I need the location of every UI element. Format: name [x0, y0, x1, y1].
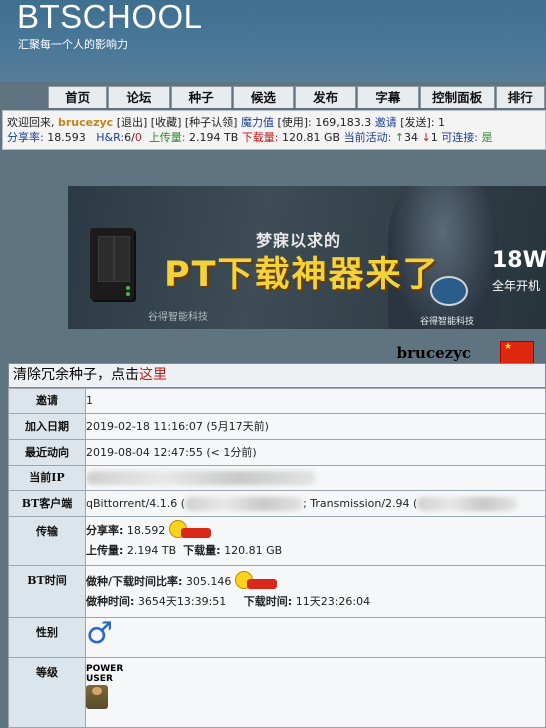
nav-rankings[interactable]: 排行 — [495, 86, 546, 108]
invite-link[interactable]: 邀请 — [375, 116, 397, 129]
transfer-up-value: 2.194 TB — [126, 544, 177, 557]
flying-smilie-icon-2 — [234, 571, 279, 593]
nas-device-icon — [90, 228, 134, 300]
main-nav: 首页 论坛 种子 候选 发布 字幕 控制面板 排行 — [48, 86, 546, 110]
row-value-bttime: 做种/下载时间比率: 305.146 做种时间: 3654天13:39:51 下… — [85, 565, 546, 618]
client-1: qBittorrent/4.1.6 ( — [86, 497, 186, 510]
nav-home[interactable]: 首页 — [48, 86, 108, 108]
download-label: 下载量: — [241, 131, 279, 144]
row-label-last-action: 最近动向 — [8, 439, 86, 466]
client-2-redacted — [417, 497, 518, 511]
transfer-down-label: 下载量: — [183, 544, 221, 557]
row-value-transfer: 分享率: 18.592 上传量: 2.194 TB 下载量: 120.81 GB — [85, 516, 546, 566]
clean-link[interactable]: 这里 — [139, 367, 167, 383]
active-down-value: 1 — [430, 131, 438, 144]
banner-brand: 谷得智能科技 — [420, 317, 475, 327]
row-value-invite: 1 — [85, 388, 546, 414]
seed-time-label: 做种时间: — [86, 595, 135, 608]
bonus-value: [使用]: 169,183.3 — [277, 116, 372, 129]
clean-text: 清除冗余种子，点击 — [13, 367, 139, 383]
info-line-1: 欢迎回来, brucezyc [退出] [收藏] [种子认领] 魔力值 [使用]… — [7, 115, 545, 130]
upload-label: 上传量: — [148, 131, 186, 144]
client-2: ; Transmission/2.94 ( — [303, 497, 418, 510]
nav-subtitles[interactable]: 字幕 — [357, 86, 419, 108]
row-value-join: 2019-02-18 11:16:07 (5月17天前) — [85, 413, 546, 440]
download-value: 120.81 GB — [282, 131, 341, 144]
download-time-value: 11天23:26:04 — [295, 595, 371, 608]
nav-candidates[interactable]: 候选 — [232, 86, 295, 108]
user-info-bar: 欢迎回来, brucezyc [退出] [收藏] [种子认领] 魔力值 [使用]… — [2, 110, 546, 150]
male-icon: ♂ — [86, 616, 113, 651]
info-line-2: 分享率: 18.593 H&R:6/0 上传量: 2.194 TB 下载量: 1… — [7, 130, 545, 145]
row-value-gender: ♂ — [85, 616, 546, 658]
invite-send[interactable]: [发送]: 1 — [400, 116, 445, 129]
nav-forum[interactable]: 论坛 — [108, 86, 170, 108]
transfer-ratio-label: 分享率: — [86, 524, 124, 537]
banner-promo-small: 全年开机 — [492, 279, 541, 293]
transfer-down-value: 120.81 GB — [224, 544, 283, 557]
row-label-rank: 等级 — [8, 657, 86, 728]
transfer-up-label: 上传量: — [86, 544, 124, 557]
profile-username: brucezyc — [396, 344, 471, 362]
site-header: BTSCHOOL 汇聚每一个人的影响力 — [0, 0, 546, 82]
china-flag-icon — [500, 341, 534, 364]
row-label-invite: 邀请 — [8, 388, 86, 414]
nav-torrents[interactable]: 种子 — [170, 86, 232, 108]
row-value-rank: POWER USER — [85, 657, 546, 728]
hr-value: 6/ — [124, 131, 135, 144]
row-label-gender: 性别 — [8, 617, 86, 658]
power-user-sprite-icon — [86, 685, 108, 709]
ratio-value: 18.593 — [47, 131, 86, 144]
row-value-client: qBittorrent/4.1.6 ( ; Transmission/2.94 ( — [85, 490, 546, 517]
flying-smilie-icon — [168, 520, 213, 542]
bonus-link[interactable]: 魔力值 — [241, 116, 274, 129]
upload-value: 2.194 TB — [189, 131, 239, 144]
clean-torrents-bar: 清除冗余种子，点击这里 — [8, 363, 546, 388]
row-label-client: BT客户端 — [8, 490, 86, 517]
ip-redacted — [86, 471, 316, 485]
welcome-text: 欢迎回来, — [7, 116, 55, 129]
bttime-ratio-value: 305.146 — [185, 575, 232, 588]
user-profile: brucezyc 清除冗余种子，点击这里 邀请 1 加入日期 2019-02-1… — [8, 340, 546, 728]
row-value-ip — [85, 465, 546, 491]
bttime-ratio-label: 做种/下载时间比率: — [86, 575, 183, 588]
row-label-join: 加入日期 — [8, 413, 86, 440]
seed-time-value: 3654天13:39:51 — [137, 595, 227, 608]
row-label-bttime: BT时间 — [8, 565, 86, 618]
connectable-label: 可连接: — [441, 131, 478, 144]
nav-upload[interactable]: 发布 — [295, 86, 357, 108]
banner-title: PT下载神器来了 — [164, 255, 440, 295]
ratio-label: 分享率: — [7, 131, 44, 144]
site-logo[interactable]: BTSCHOOL — [17, 0, 203, 36]
hr-label[interactable]: H&R: — [96, 131, 124, 144]
download-time-label: 下载时间: — [243, 595, 293, 608]
username-link[interactable]: brucezyc — [58, 116, 113, 129]
row-label-transfer: 传输 — [8, 516, 86, 566]
hr-red-value: 0 — [134, 131, 142, 144]
client-1-redacted — [185, 497, 304, 511]
active-down-icon: ↓ — [421, 131, 431, 144]
banner-brand-watermark: 谷得智能科技 — [148, 312, 208, 323]
ad-banner[interactable]: 梦寐以求的 PT下载神器来了 18W 全年开机 谷得智能科技 谷得智能科技 — [68, 186, 546, 329]
active-label: 当前活动: — [343, 131, 392, 144]
connectable-value: 是 — [481, 131, 493, 144]
rank-line-1: POWER — [86, 664, 124, 674]
transfer-ratio-value: 18.592 — [126, 524, 166, 537]
row-label-ip: 当前IP — [8, 465, 86, 491]
active-up-value: 34 — [404, 131, 419, 144]
banner-promo-big: 18W — [492, 248, 546, 273]
site-slogan: 汇聚每一个人的影响力 — [18, 38, 128, 51]
active-up-icon: ↑ — [394, 131, 405, 144]
profile-table: 邀请 1 加入日期 2019-02-18 11:16:07 (5月17天前) 最… — [8, 388, 546, 728]
rank-line-2: USER — [86, 674, 113, 684]
row-value-last-action: 2019-08-04 12:47:55 (< 1分前) — [85, 439, 546, 466]
nav-control-panel[interactable]: 控制面板 — [419, 86, 495, 108]
account-links[interactable]: [退出] [收藏] [种子认领] — [117, 116, 238, 129]
